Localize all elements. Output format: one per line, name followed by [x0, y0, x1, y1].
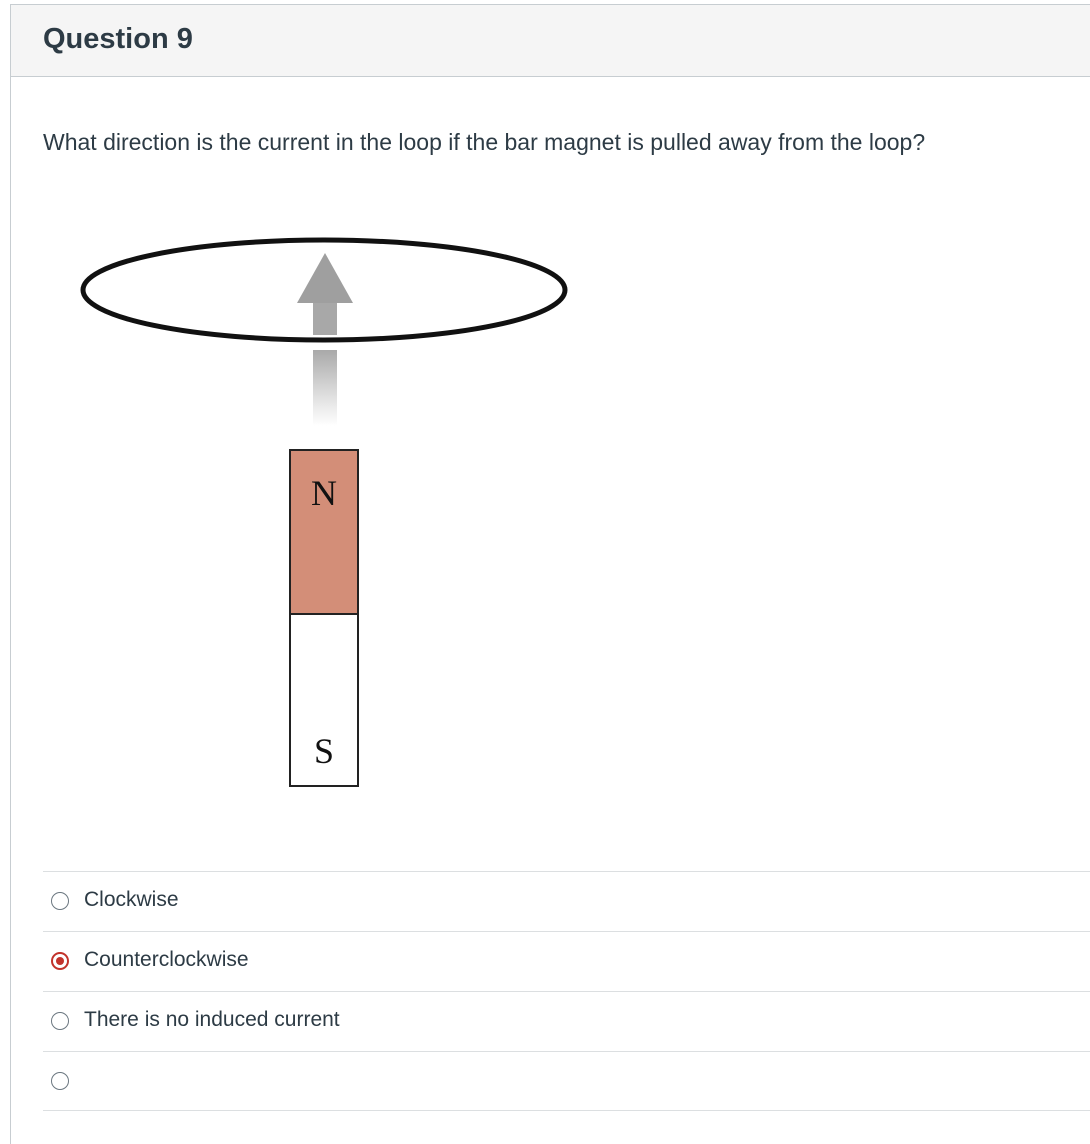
magnet-loop-figure: N S	[80, 237, 568, 787]
radio-button[interactable]	[51, 1012, 69, 1030]
answer-label[interactable]: Counterclockwise	[84, 948, 249, 972]
north-label: N	[311, 473, 337, 513]
south-label: S	[314, 731, 334, 771]
answer-option-clockwise[interactable]: Clockwise	[43, 871, 1090, 931]
radio-button-selected[interactable]	[51, 952, 69, 970]
answer-option-no-induced-current[interactable]: There is no induced current	[43, 991, 1090, 1051]
answer-option-counterclockwise[interactable]: Counterclockwise	[43, 931, 1090, 991]
answer-option-empty[interactable]	[43, 1051, 1090, 1111]
radio-button[interactable]	[51, 892, 69, 910]
answer-label[interactable]: Clockwise	[84, 888, 179, 912]
answer-list: Clockwise Counterclockwise There is no i…	[43, 871, 1090, 1111]
question-card: Question 9 What direction is the current…	[10, 4, 1090, 1144]
radio-button[interactable]	[51, 1072, 69, 1090]
answer-label[interactable]: There is no induced current	[84, 1008, 340, 1032]
bar-magnet: N S	[289, 449, 359, 787]
